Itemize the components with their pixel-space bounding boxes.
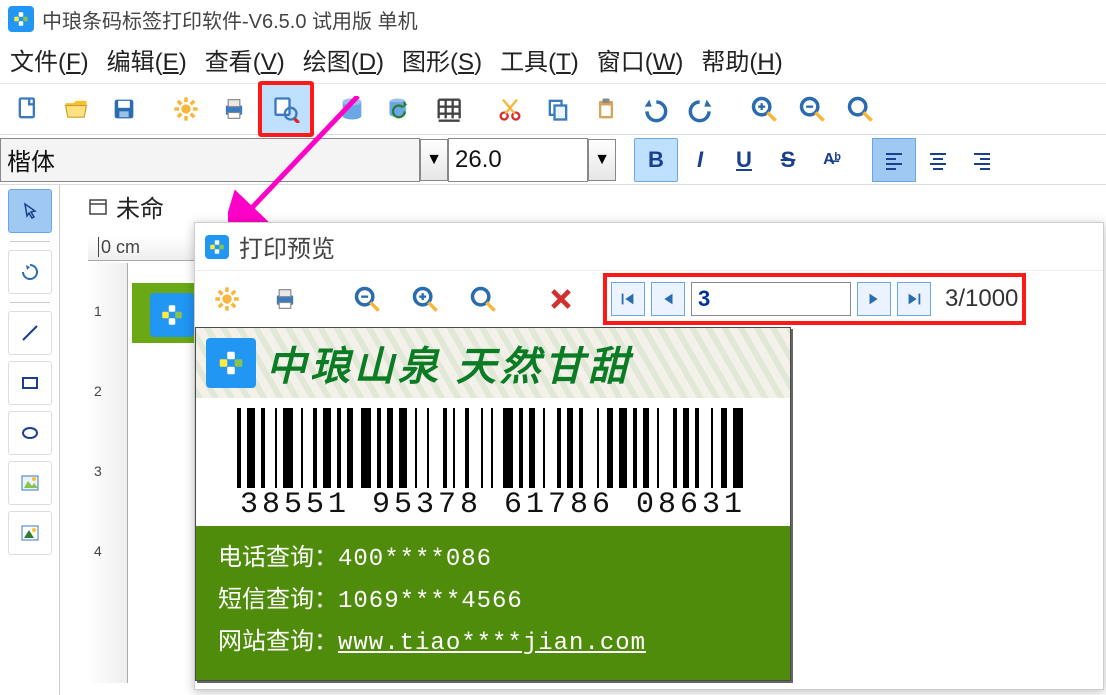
new-button[interactable] — [4, 85, 52, 133]
preview-page-navigation: 3/1000 — [603, 273, 1026, 325]
print-preview-window: 打印预览 3/1000 中琅山泉 天然甘甜 — [194, 222, 1104, 690]
open-button[interactable] — [52, 85, 100, 133]
sms-label: 短信查询： — [218, 586, 338, 613]
font-toolbar: 楷体 ▼ 26.0 ▼ B I U S A̶ᵇ — [0, 135, 1106, 185]
menu-shape[interactable]: 图形(S) — [402, 42, 482, 77]
barcode-icon — [213, 408, 773, 488]
document-tab[interactable]: 未命 — [88, 189, 164, 224]
preview-logo-icon — [205, 235, 229, 259]
preview-toolbar: 3/1000 — [195, 271, 1103, 327]
ruler-top: 0 cm — [88, 237, 208, 261]
ruler-top-label: 0 cm — [98, 237, 140, 257]
left-tool-palette — [0, 185, 60, 695]
main-toolbar — [0, 83, 1106, 135]
bold-button[interactable]: B — [634, 138, 678, 182]
phone-value: 400****086 — [338, 546, 492, 573]
save-button[interactable] — [100, 85, 148, 133]
first-page-button[interactable] — [611, 282, 645, 316]
align-center-button[interactable] — [916, 138, 960, 182]
preview-zoom-fit-button[interactable] — [457, 277, 509, 321]
undo-button[interactable] — [630, 85, 678, 133]
window-icon — [88, 197, 108, 217]
label-header: 中琅山泉 天然甘甜 — [196, 328, 790, 398]
ruler-left: 1 2 3 4 — [88, 263, 128, 683]
label-preview: 中琅山泉 天然甘甜 38551 95378 61786 08631 电话查询：4… — [195, 327, 791, 681]
ruler-mark: 3 — [94, 463, 102, 479]
title-bar: 中琅条码标签打印软件-V6.5.0 试用版 单机 — [0, 0, 1106, 38]
label-barcode-block: 38551 95378 61786 08631 — [196, 398, 790, 526]
barcode-number: 38551 95378 61786 08631 — [206, 488, 780, 522]
preview-settings-button[interactable] — [201, 277, 253, 321]
preview-zoom-in-button[interactable] — [399, 277, 451, 321]
font-family-dropdown-icon[interactable]: ▼ — [420, 139, 448, 181]
preview-zoom-out-button[interactable] — [341, 277, 393, 321]
zoom-fit-button[interactable] — [836, 85, 884, 133]
page-number-input[interactable] — [691, 282, 851, 316]
ruler-mark: 2 — [94, 383, 102, 399]
web-value: www.tiao****jian.com — [338, 630, 646, 657]
ruler-mark: 1 — [94, 303, 102, 319]
menu-tools[interactable]: 工具(T) — [500, 42, 579, 77]
page-counter: 3/1000 — [945, 285, 1018, 313]
italic-button[interactable]: I — [678, 138, 722, 182]
document-tab-label: 未命 — [116, 189, 164, 224]
app-title: 中琅条码标签打印软件-V6.5.0 试用版 单机 — [42, 5, 418, 34]
print-button[interactable] — [210, 85, 258, 133]
preview-content: 中琅山泉 天然甘甜 38551 95378 61786 08631 电话查询：4… — [195, 327, 1103, 681]
font-family-value: 楷体 — [7, 142, 55, 177]
picture-tool[interactable] — [8, 511, 52, 555]
zoom-in-button[interactable] — [740, 85, 788, 133]
font-family-select[interactable]: 楷体 — [0, 138, 420, 182]
menu-bar: 文件(F) 编辑(E) 查看(V) 绘图(D) 图形(S) 工具(T) 窗口(W… — [0, 38, 1106, 83]
last-page-button[interactable] — [897, 282, 931, 316]
prev-page-button[interactable] — [651, 282, 685, 316]
preview-title: 打印预览 — [239, 229, 335, 264]
font-size-select[interactable]: 26.0 — [448, 138, 588, 182]
app-logo-icon — [8, 6, 34, 32]
zoom-out-button[interactable] — [788, 85, 836, 133]
font-size-value: 26.0 — [455, 146, 502, 174]
menu-help[interactable]: 帮助(H) — [701, 42, 782, 77]
align-right-button[interactable] — [960, 138, 1004, 182]
phone-label: 电话查询： — [218, 544, 338, 571]
preview-title-bar: 打印预览 — [195, 223, 1103, 271]
menu-draw[interactable]: 绘图(D) — [303, 42, 384, 77]
preview-print-button[interactable] — [259, 277, 311, 321]
copy-button[interactable] — [534, 85, 582, 133]
underline-button[interactable]: U — [722, 138, 766, 182]
menu-window[interactable]: 窗口(W) — [597, 42, 684, 77]
database-button[interactable] — [328, 85, 376, 133]
ellipse-tool[interactable] — [8, 411, 52, 455]
settings-button[interactable] — [162, 85, 210, 133]
sms-value: 1069****4566 — [338, 588, 523, 615]
menu-file[interactable]: 文件(F) — [10, 42, 89, 77]
strike-button[interactable]: S — [766, 138, 810, 182]
next-page-button[interactable] — [857, 282, 891, 316]
print-preview-button[interactable] — [258, 81, 314, 137]
web-label: 网站查询： — [218, 628, 338, 655]
paste-button[interactable] — [582, 85, 630, 133]
line-tool[interactable] — [8, 311, 52, 355]
label-info: 电话查询：400****086 短信查询：1069****4566 网站查询：w… — [196, 526, 790, 680]
pointer-tool[interactable] — [8, 189, 52, 233]
font-size-dropdown-icon[interactable]: ▼ — [588, 139, 616, 181]
preview-close-button[interactable] — [535, 277, 587, 321]
menu-view[interactable]: 查看(V) — [205, 42, 285, 77]
ruler-mark: 4 — [94, 543, 102, 559]
cut-button[interactable] — [486, 85, 534, 133]
label-logo-icon — [206, 338, 256, 388]
menu-edit[interactable]: 编辑(E) — [107, 42, 187, 77]
rect-tool[interactable] — [8, 361, 52, 405]
image-tool[interactable] — [8, 461, 52, 505]
align-left-button[interactable] — [872, 138, 916, 182]
clear-format-button[interactable]: A̶ᵇ — [810, 138, 854, 182]
rotate-tool[interactable] — [8, 250, 52, 294]
database-refresh-button[interactable] — [376, 85, 424, 133]
grid-button[interactable] — [424, 85, 472, 133]
label-headline: 中琅山泉 天然甘甜 — [266, 334, 632, 392]
redo-button[interactable] — [678, 85, 726, 133]
